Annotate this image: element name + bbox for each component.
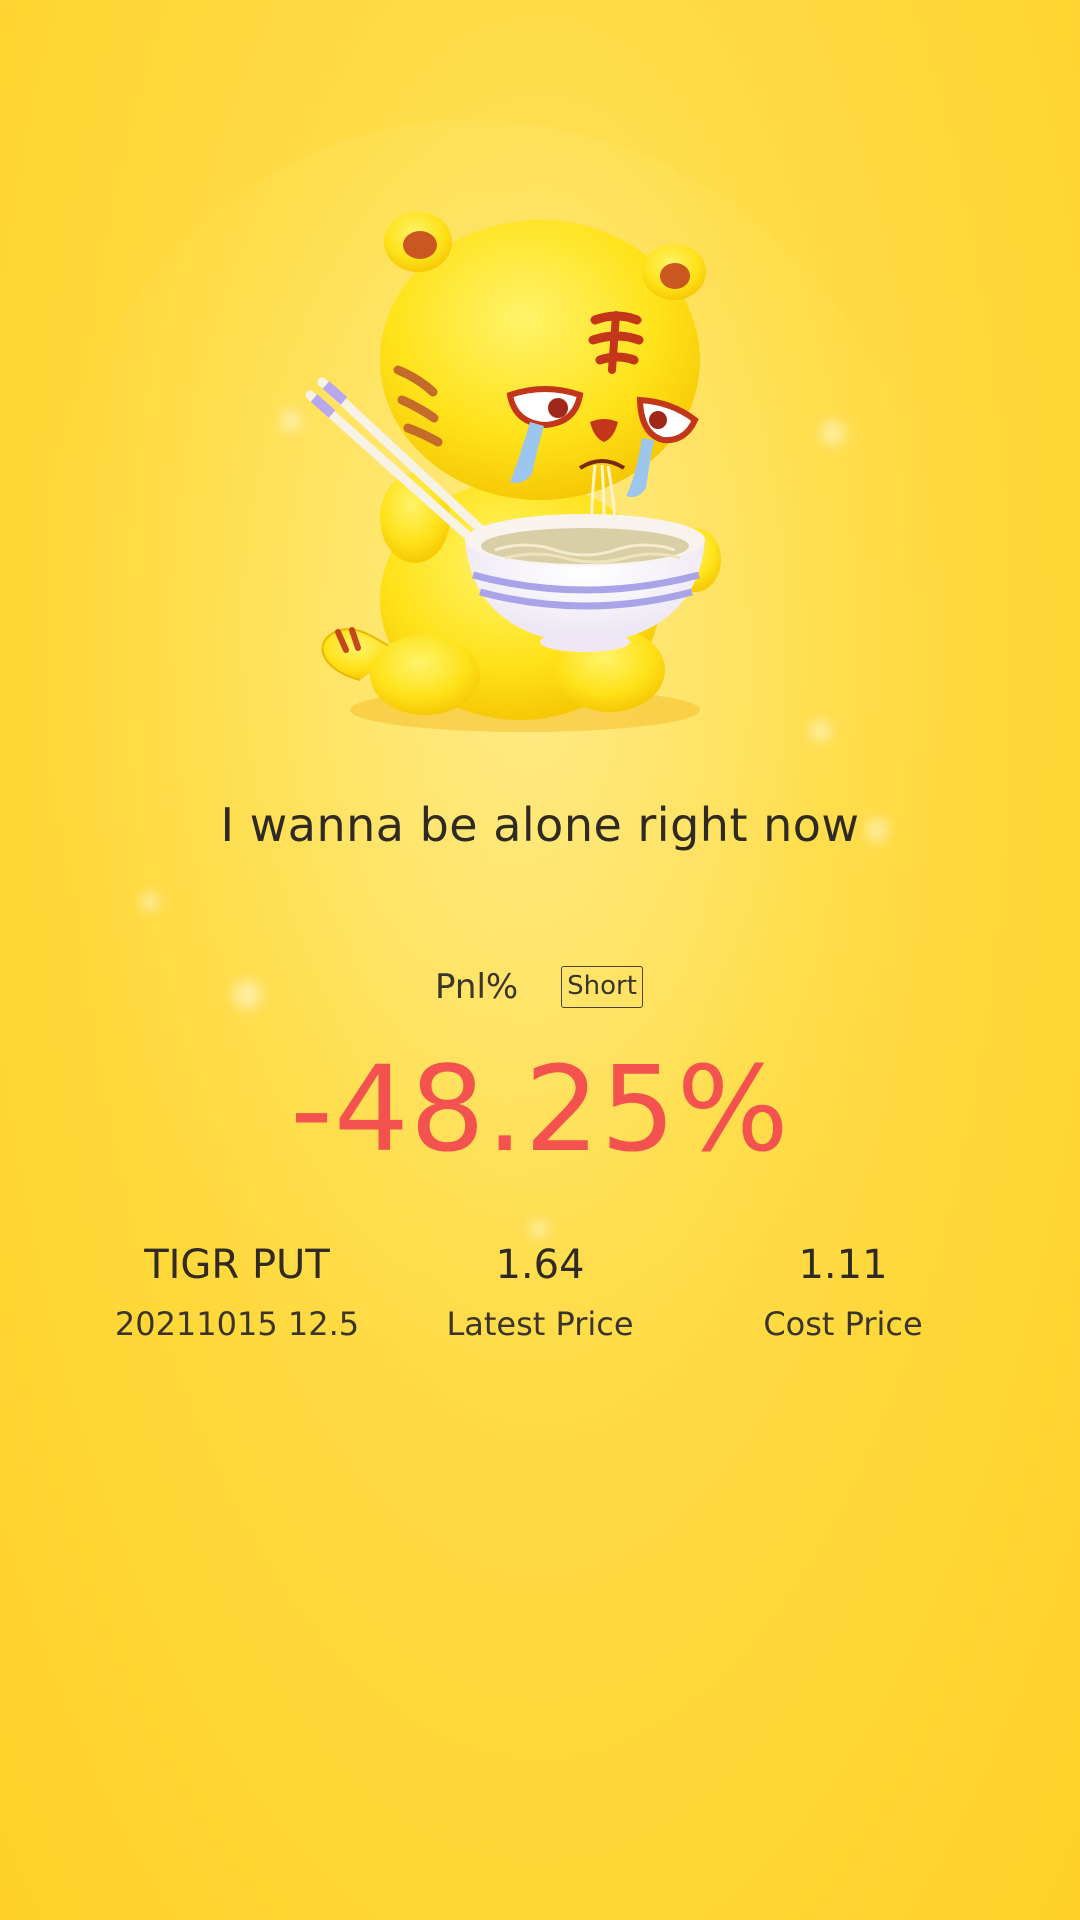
pnl-percent-value: -48.25% [290,1040,790,1178]
contract-stat: TIGR PUT 20211015 12.5 [77,1240,397,1344]
background-sparkle [810,720,832,742]
cost-price-value: 1.11 [798,1242,888,1288]
pnl-header: Pnl% Short [0,963,1080,1013]
cost-price-stat: 1.11 Cost Price [683,1240,1003,1344]
latest-price-stat: 1.64 Latest Price [380,1240,700,1344]
latest-price-value: 1.64 [495,1242,585,1288]
headline: I wanna be alone right now [220,798,860,852]
contract-name: TIGR PUT [144,1242,330,1288]
background-sparkle [140,892,160,912]
cost-price-label: Cost Price [763,1305,923,1343]
pnl-label: Pnl% [435,967,519,1007]
background-sparkle [530,1220,548,1238]
crying-tiger-eating-noodles-icon [290,200,760,740]
position-stats: TIGR PUT 20211015 12.5 1.64 Latest Price… [0,1240,1080,1360]
direction-badge: Short [561,966,643,1008]
latest-price-label: Latest Price [446,1305,634,1343]
background-sparkle [820,420,846,446]
contract-detail: 20211015 12.5 [114,1305,360,1343]
